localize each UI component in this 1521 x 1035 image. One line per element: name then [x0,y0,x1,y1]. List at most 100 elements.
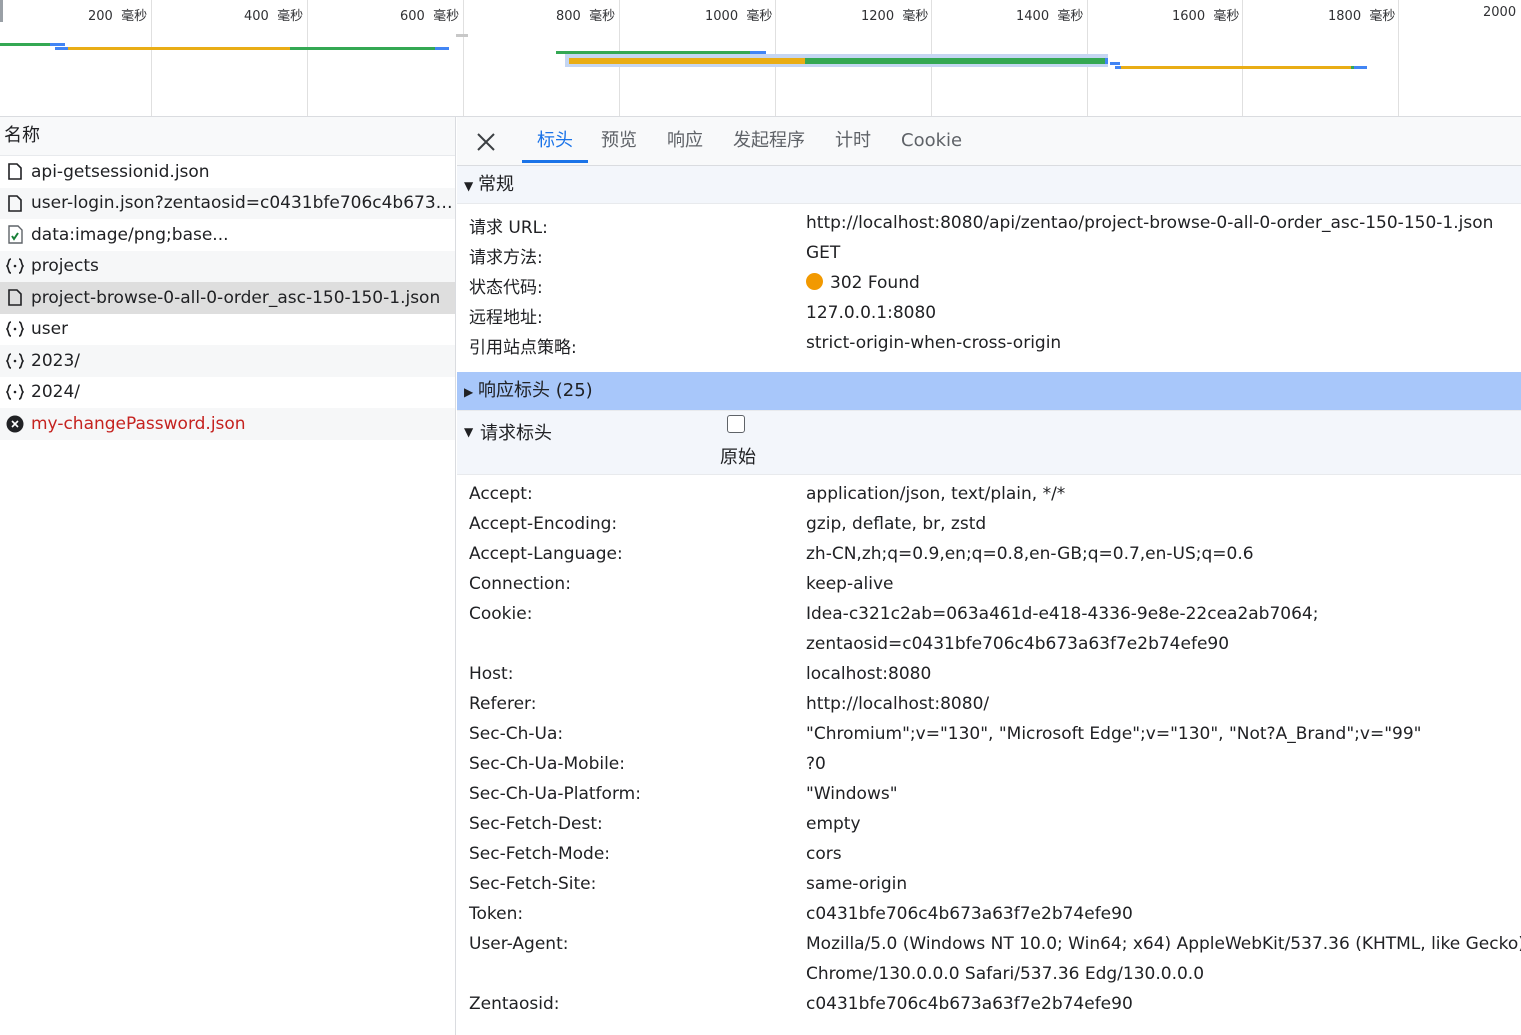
referrer-policy-value: strict-origin-when-cross-origin [806,333,1062,353]
header-value: application/json, text/plain, */* [806,484,1066,504]
header-key: Sec-Ch-Ua-Platform: [469,784,641,804]
request-name: user [31,319,69,340]
network-timeline-overview[interactable]: 200 毫秒 400 毫秒 600 毫秒 800 毫秒 1000 毫秒 1200… [0,0,1521,117]
timeline-tick: 1600 毫秒 [1172,9,1240,24]
header-key: Host: [469,664,514,684]
section-title: 常规 [478,174,514,195]
timeline-bar [1121,66,1351,69]
request-row-selected[interactable]: project-browse-0-all-0-order_asc-150-150… [0,282,455,314]
error-circle-icon [6,414,24,434]
request-headers-section-header[interactable]: ▼ 请求标头 原始 [457,411,1521,475]
triangle-down-icon: ▼ [464,179,474,193]
json-braces-icon [6,256,24,276]
status-code-text: 302 Found [830,273,920,293]
timeline-bar [569,58,805,64]
request-name: project-browse-0-all-0-order_asc-150-150… [31,287,441,308]
request-list-panel: 名称 api-getsessionid.json user-login.json… [0,117,456,1035]
timeline-gridline [1398,0,1399,116]
timeline-handle[interactable] [0,0,3,22]
header-value: cors [806,844,842,864]
image-file-icon [6,225,24,245]
header-key: Sec-Fetch-Site: [469,874,597,894]
timeline-bar [805,58,1105,64]
timeline-bar [1105,58,1108,64]
header-value: http://localhost:8080/ [806,694,990,714]
request-name: 2023/ [31,350,80,371]
header-value: gzip, deflate, br, zstd [806,514,987,534]
timeline-tick: 1000 毫秒 [705,9,773,24]
document-icon [6,288,24,308]
header-key: User-Agent: [469,934,569,954]
section-title: 响应标头 (25) [478,380,593,401]
timeline-tick: 600 毫秒 [400,9,460,24]
tab-headers[interactable]: 标头 [522,117,588,163]
header-value: Idea-c321c2ab=063a461d-e418-4336-9e8e-22… [806,604,1319,624]
timeline-tick: 200 毫秒 [88,9,148,24]
name-column-header[interactable]: 名称 [0,117,455,156]
request-row[interactable]: data:image/png;base... [0,219,455,251]
header-value: empty [806,814,861,834]
request-row[interactable]: projects [0,250,455,282]
document-icon [6,193,24,213]
header-value-continuation: Chrome/130.0.0.0 Safari/537.36 Edg/130.0… [806,964,1205,984]
timeline-bar [55,47,68,50]
timeline-bar [456,34,468,37]
general-key: 状态代码: [469,278,543,298]
header-value: c0431bfe706c4b673a63f7e2b74efe90 [806,994,1133,1014]
timeline-tick: 1200 毫秒 [861,9,929,24]
tab-cookie[interactable]: Cookie [901,117,962,163]
request-row[interactable]: user-login.json?zentaosid=c0431bfe706c4b… [0,187,455,219]
header-value: c0431bfe706c4b673a63f7e2b74efe90 [806,904,1133,924]
general-key: 请求 URL: [469,218,548,238]
header-key: Accept-Encoding: [469,514,618,534]
section-title: 请求标头 [480,423,552,444]
header-value: ?0 [806,754,826,774]
request-row[interactable]: user [0,314,455,346]
request-details-panel: 标头 预览 响应 发起程序 计时 Cookie ▼ 常规 请求 URL: http… [457,117,1521,1035]
raw-checkbox[interactable] [727,415,745,433]
request-row[interactable]: 2023/ [0,345,455,377]
timeline-gridline [307,0,308,116]
close-icon[interactable] [473,129,499,155]
timeline-bar [50,43,65,46]
header-key: Referer: [469,694,537,714]
request-name: data:image/png;base... [31,224,229,245]
header-key: Sec-Ch-Ua: [469,724,564,744]
header-value: same-origin [806,874,908,894]
header-value: zh-CN,zh;q=0.9,en;q=0.8,en-GB;q=0.7,en-U… [806,544,1254,564]
timeline-bar [68,47,290,50]
header-value: "Windows" [806,784,898,804]
request-row[interactable]: api-getsessionid.json [0,156,455,188]
timeline-tick: 1800 毫秒 [1328,9,1396,24]
timeline-bar [0,43,50,46]
request-row[interactable]: 2024/ [0,377,455,409]
header-key: Token: [469,904,524,924]
request-name: my-changePassword.json [31,413,246,434]
tab-timing[interactable]: 计时 [835,117,871,163]
header-key: Sec-Ch-Ua-Mobile: [469,754,625,774]
json-braces-icon [6,319,24,339]
header-key: Accept-Language: [469,544,623,564]
general-key: 远程地址: [469,308,543,328]
request-name: projects [31,256,99,277]
triangle-down-icon: ▼ [464,425,474,439]
timeline-gridline [151,0,152,116]
request-url-value: http://localhost:8080/api/zentao/project… [806,213,1494,233]
timeline-gridline [1242,0,1243,116]
timeline-bar [1354,66,1367,69]
response-headers-section-header[interactable]: ▶ 响应标头 (25) [457,372,1521,411]
tab-preview[interactable]: 预览 [601,117,637,163]
general-key: 请求方法: [469,248,543,268]
header-value: Mozilla/5.0 (Windows NT 10.0; Win64; x64… [806,934,1521,954]
tab-initiator[interactable]: 发起程序 [733,117,805,163]
header-value-continuation: zentaosid=c0431bfe706c4b673a63f7e2b74efe… [806,634,1230,654]
general-section-header[interactable]: ▼ 常规 [457,166,1521,204]
request-method-value: GET [806,243,841,263]
tab-response[interactable]: 响应 [667,117,703,163]
header-key: Zentaosid: [469,994,560,1014]
raw-checkbox-label: 原始 [720,447,756,468]
request-row-error[interactable]: my-changePassword.json [0,408,455,440]
header-value: localhost:8080 [806,664,932,684]
header-key: Cookie: [469,604,533,624]
timeline-tick: 1400 毫秒 [1016,9,1084,24]
